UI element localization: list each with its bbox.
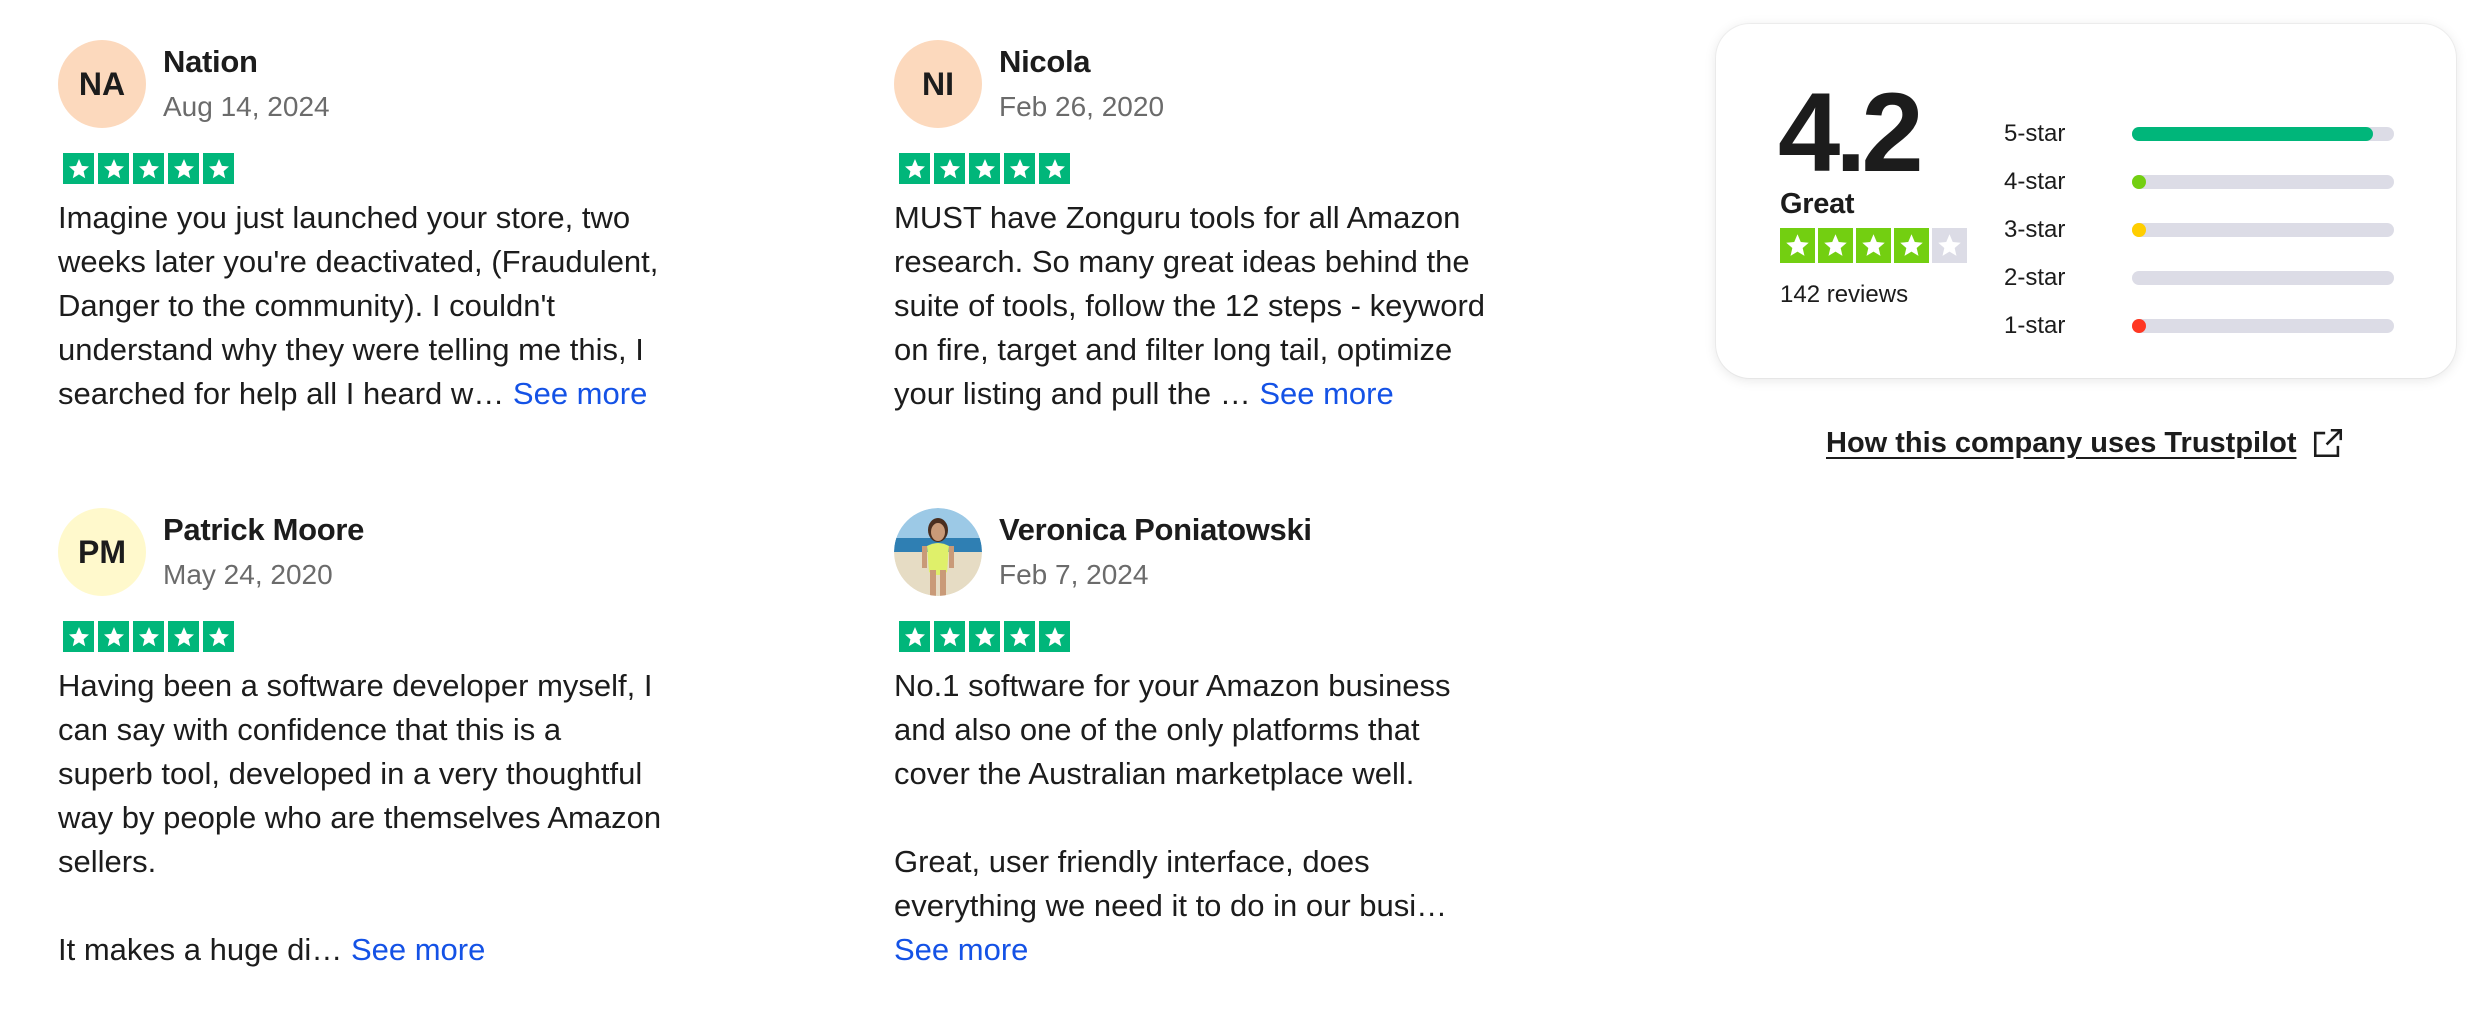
star-icon (969, 153, 1000, 184)
company-trustpilot-link[interactable]: How this company uses Trustpilot (1826, 426, 2345, 460)
star-rating (899, 621, 1614, 652)
distribution-row-1[interactable]: 1-star (2004, 302, 2394, 350)
review-text: Having been a software developer myself,… (58, 668, 662, 967)
review-header: PM Patrick Moore May 24, 2020 (58, 508, 778, 600)
review-header: Veronica Poniatowski Feb 7, 2024 (894, 508, 1614, 600)
reviewer-name[interactable]: Patrick Moore (163, 510, 364, 550)
reviewer-name[interactable]: Veronica Poniatowski (999, 510, 1312, 550)
distribution-label: 5-star (2004, 120, 2066, 147)
review-card: PM Patrick Moore May 24, 2020 Having bee… (58, 508, 778, 972)
star-icon (1039, 153, 1070, 184)
review-meta: Patrick Moore May 24, 2020 (163, 508, 364, 595)
star-icon (1780, 228, 1815, 263)
star-icon (1818, 228, 1853, 263)
review-text: No.1 software for your Amazon business a… (894, 668, 1451, 923)
star-icon (1894, 228, 1929, 263)
distribution-bar (2132, 223, 2394, 237)
star-rating (899, 153, 1614, 184)
avatar-photo[interactable] (894, 508, 982, 596)
see-more-link[interactable]: See more (894, 932, 1028, 967)
star-rating (63, 153, 778, 184)
star-icon (133, 153, 164, 184)
avatar[interactable]: PM (58, 508, 146, 596)
star-icon (168, 621, 199, 652)
external-link-icon (2313, 428, 2342, 458)
distribution-bar-fill (2132, 175, 2146, 189)
star-icon (203, 621, 234, 652)
distribution-bar (2132, 175, 2394, 189)
person-photo-icon (894, 508, 982, 596)
see-more-link[interactable]: See more (1259, 376, 1393, 411)
avatar[interactable]: NA (58, 40, 146, 128)
distribution-label: 3-star (2004, 216, 2066, 243)
review-body: No.1 software for your Amazon business a… (894, 664, 1614, 972)
distribution-row-3[interactable]: 3-star (2004, 206, 2394, 254)
star-icon (934, 153, 965, 184)
review-body: Having been a software developer myself,… (58, 664, 778, 972)
star-icon (899, 153, 930, 184)
star-icon (63, 621, 94, 652)
see-more-link[interactable]: See more (351, 932, 485, 967)
review-card: Veronica Poniatowski Feb 7, 2024 No.1 so… (894, 508, 1614, 972)
star-icon (1039, 621, 1070, 652)
distribution-row-5[interactable]: 5-star (2004, 110, 2394, 158)
distribution-bar (2132, 127, 2394, 141)
review-card: NI Nicola Feb 26, 2020 MUST have Zonguru… (894, 40, 1614, 416)
star-icon (203, 153, 234, 184)
review-date: Feb 7, 2024 (999, 559, 1149, 590)
star-icon (1932, 228, 1967, 263)
rating-summary-card: 4.2 Great 142 reviews 5-star 4-star 3-st… (1716, 24, 2456, 378)
review-meta: Veronica Poniatowski Feb 7, 2024 (999, 508, 1312, 595)
star-icon (899, 621, 930, 652)
review-count[interactable]: 142 reviews (1780, 280, 1908, 310)
see-more-link[interactable]: See more (513, 376, 647, 411)
review-body: MUST have Zonguru tools for all Amazon r… (894, 196, 1614, 416)
star-icon (133, 621, 164, 652)
review-header: NI Nicola Feb 26, 2020 (894, 40, 1614, 132)
distribution-label: 4-star (2004, 168, 2066, 195)
company-link-text: How this company uses Trustpilot (1826, 426, 2297, 459)
star-icon (63, 153, 94, 184)
review-date: Aug 14, 2024 (163, 91, 330, 122)
distribution-bar (2132, 271, 2394, 285)
star-icon (98, 153, 129, 184)
reviewer-name[interactable]: Nation (163, 42, 330, 82)
rating-verdict: Great (1780, 188, 1855, 220)
distribution-bar-fill (2132, 127, 2373, 141)
review-body: Imagine you just launched your store, tw… (58, 196, 778, 416)
star-rating (63, 621, 778, 652)
reviewer-name[interactable]: Nicola (999, 42, 1164, 82)
star-icon (969, 621, 1000, 652)
star-icon (1004, 153, 1035, 184)
review-date: Feb 26, 2020 (999, 91, 1165, 122)
review-header: NA Nation Aug 14, 2024 (58, 40, 778, 132)
distribution-bar-fill (2132, 319, 2146, 333)
review-date: May 24, 2020 (163, 559, 333, 590)
star-icon (934, 621, 965, 652)
review-meta: Nation Aug 14, 2024 (163, 40, 330, 127)
distribution-label: 2-star (2004, 264, 2066, 291)
trustscore: 4.2 (1778, 70, 1924, 195)
rating-distribution: 5-star 4-star 3-star 2-star 1-star (2004, 110, 2394, 350)
star-icon (98, 621, 129, 652)
avatar[interactable]: NI (894, 40, 982, 128)
distribution-bar (2132, 319, 2394, 333)
distribution-bar-fill (2132, 223, 2146, 237)
summary-star-rating (1780, 228, 1967, 263)
distribution-label: 1-star (2004, 312, 2066, 339)
star-icon (168, 153, 199, 184)
star-icon (1856, 228, 1891, 263)
distribution-row-2[interactable]: 2-star (2004, 254, 2394, 302)
distribution-row-4[interactable]: 4-star (2004, 158, 2394, 206)
review-meta: Nicola Feb 26, 2020 (999, 40, 1164, 127)
review-card: NA Nation Aug 14, 2024 Imagine you just … (58, 40, 778, 416)
star-icon (1004, 621, 1035, 652)
review-text: MUST have Zonguru tools for all Amazon r… (894, 200, 1486, 411)
